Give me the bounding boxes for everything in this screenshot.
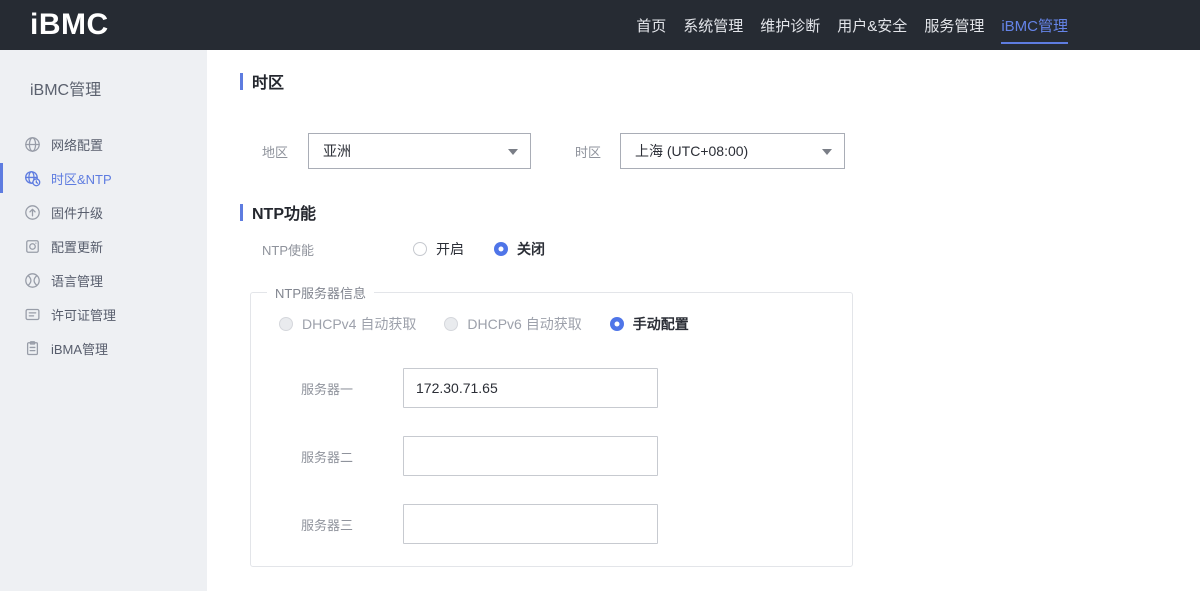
dhcpv4-auto-radio[interactable]: DHCPv4 自动获取 bbox=[279, 314, 416, 334]
nav-service-management[interactable]: 服务管理 bbox=[924, 0, 984, 50]
radio-label: 开启 bbox=[436, 241, 464, 257]
network-globe-icon bbox=[24, 136, 41, 153]
nav-ibmc-management[interactable]: iBMC管理 bbox=[1001, 0, 1068, 50]
sidebar-item-label: 时区&NTP bbox=[51, 171, 112, 187]
top-nav: 首页 系统管理 维护诊断 用户&安全 服务管理 iBMC管理 bbox=[636, 0, 1068, 50]
radio-disabled-icon bbox=[279, 317, 293, 331]
radio-label: 手动配置 bbox=[632, 316, 689, 332]
license-icon bbox=[24, 306, 41, 323]
timezone-select[interactable]: 上海 (UTC+08:00) bbox=[620, 133, 845, 169]
ibmc-app: iBMC 首页 系统管理 维护诊断 用户&安全 服务管理 iBMC管理 iBMC… bbox=[0, 0, 1200, 591]
radio-label: 关闭 bbox=[517, 241, 545, 257]
sidebar-item-firmware-upgrade[interactable]: 固件升级 bbox=[0, 195, 207, 229]
ntp-server-info-group: NTP服务器信息 DHCPv4 自动获取 DHCPv6 自动获取 手动配置 服务… bbox=[250, 283, 853, 567]
chevron-down-icon bbox=[822, 149, 832, 155]
config-update-icon bbox=[24, 238, 41, 255]
region-label: 地区 bbox=[262, 144, 289, 160]
ntp-enable-row: NTP使能 开启 关闭 bbox=[262, 235, 1200, 263]
sidebar-item-network-config[interactable]: 网络配置 bbox=[0, 127, 207, 161]
language-icon bbox=[24, 272, 41, 289]
ibmc-logo: iBMC bbox=[30, 8, 109, 41]
sidebar-item-label: 固件升级 bbox=[51, 205, 104, 221]
timezone-label: 时区 bbox=[575, 144, 602, 160]
timezone-select-value: 上海 (UTC+08:00) bbox=[635, 143, 749, 159]
ntp-section-title: NTP功能 bbox=[240, 203, 1200, 223]
server-two-label: 服务器二 bbox=[301, 449, 354, 465]
timezone-clock-icon bbox=[24, 170, 41, 187]
server-three-row: 服务器三 bbox=[301, 504, 852, 544]
server-one-label: 服务器一 bbox=[301, 381, 354, 397]
ntp-enable-on-radio[interactable]: 开启 bbox=[413, 239, 464, 259]
dhcpv6-auto-radio[interactable]: DHCPv6 自动获取 bbox=[444, 314, 582, 334]
nav-home[interactable]: 首页 bbox=[636, 0, 666, 50]
sidebar-item-license-management[interactable]: 许可证管理 bbox=[0, 297, 207, 331]
sidebar-item-label: iBMA管理 bbox=[51, 341, 109, 357]
radio-label: DHCPv6 自动获取 bbox=[467, 316, 582, 332]
region-select[interactable]: 亚洲 bbox=[308, 133, 531, 169]
sidebar-item-config-update[interactable]: 配置更新 bbox=[0, 229, 207, 263]
ntp-server-info-legend: NTP服务器信息 bbox=[275, 286, 367, 301]
main-content: 时区 地区 亚洲 时区 上海 (UTC+08:00) NTP功能 NTP使能 开… bbox=[207, 50, 1200, 591]
radio-selected-icon bbox=[494, 242, 508, 256]
server-three-label: 服务器三 bbox=[301, 517, 354, 533]
nav-user-security[interactable]: 用户&安全 bbox=[837, 0, 907, 50]
manual-config-radio[interactable]: 手动配置 bbox=[609, 314, 689, 334]
sidebar-item-language-management[interactable]: 语言管理 bbox=[0, 263, 207, 297]
server-two-row: 服务器二 bbox=[301, 436, 852, 476]
top-header: iBMC 首页 系统管理 维护诊断 用户&安全 服务管理 iBMC管理 bbox=[0, 0, 1200, 50]
sidebar-item-label: 许可证管理 bbox=[51, 307, 117, 323]
server-one-input[interactable] bbox=[403, 368, 658, 408]
sidebar-item-label: 网络配置 bbox=[51, 137, 104, 153]
sidebar-title: iBMC管理 bbox=[30, 82, 102, 99]
ntp-enable-off-radio[interactable]: 关闭 bbox=[494, 239, 545, 259]
server-one-row: 服务器一 bbox=[301, 368, 852, 408]
sidebar: iBMC管理 网络配置 时区&NTP 固件升级 配置更新 语言管理 许可证管理 … bbox=[0, 50, 207, 591]
ntp-enable-label: NTP使能 bbox=[262, 242, 315, 258]
ibma-clipboard-icon bbox=[24, 340, 41, 357]
radio-selected-icon bbox=[609, 317, 624, 331]
timezone-form-row: 地区 亚洲 时区 上海 (UTC+08:00) bbox=[262, 133, 1200, 169]
server-two-input[interactable] bbox=[403, 436, 658, 476]
radio-unselected-icon bbox=[413, 242, 427, 256]
radio-disabled-icon bbox=[444, 317, 459, 331]
ntp-server-mode-row: DHCPv4 自动获取 DHCPv6 自动获取 手动配置 bbox=[279, 314, 852, 334]
sidebar-item-timezone-ntp[interactable]: 时区&NTP bbox=[0, 161, 207, 195]
timezone-section-title: 时区 bbox=[240, 72, 1200, 92]
region-select-value: 亚洲 bbox=[323, 143, 351, 159]
nav-maintenance-diagnosis[interactable]: 维护诊断 bbox=[760, 0, 820, 50]
radio-label: DHCPv4 自动获取 bbox=[302, 316, 417, 332]
firmware-upgrade-icon bbox=[24, 204, 41, 221]
chevron-down-icon bbox=[508, 149, 518, 155]
sidebar-item-label: 配置更新 bbox=[51, 239, 104, 255]
sidebar-menu: 网络配置 时区&NTP 固件升级 配置更新 语言管理 许可证管理 iBMA管理 bbox=[0, 127, 207, 365]
sidebar-item-ibma-management[interactable]: iBMA管理 bbox=[0, 331, 207, 365]
sidebar-item-label: 语言管理 bbox=[51, 273, 104, 289]
server-three-input[interactable] bbox=[403, 504, 658, 544]
nav-system-management[interactable]: 系统管理 bbox=[683, 0, 743, 50]
